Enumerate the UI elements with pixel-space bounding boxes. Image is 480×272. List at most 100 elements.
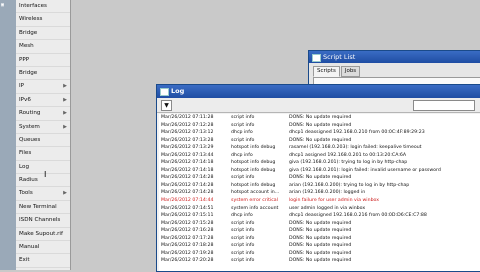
log-time: Mar/26/2012 07:13:28 bbox=[161, 137, 214, 143]
sidebar-item-label: Radius bbox=[19, 177, 38, 184]
log-time: Mar/26/2012 07:18:28 bbox=[161, 243, 214, 249]
list-item[interactable]: Mar/26/2012 07:14:51 system info account u… bbox=[159, 205, 480, 213]
sidebar-item-mesh[interactable]: Mesh bbox=[16, 40, 70, 54]
sidebar-item-system[interactable]: System ▶ bbox=[16, 121, 70, 134]
log-message: DONS: No update required bbox=[289, 235, 352, 241]
log-topic: hotspot info debug bbox=[231, 167, 276, 173]
log-message: login failure for user admin via winbox bbox=[289, 198, 380, 204]
log-topic-select[interactable] bbox=[413, 100, 475, 111]
sidebar-item-log[interactable]: Log bbox=[16, 161, 70, 175]
list-item[interactable]: Mar/26/2012 07:15:11 dhcp info dhcp1 deass… bbox=[159, 212, 480, 220]
log-topic: hotspot info debug bbox=[231, 160, 276, 166]
sidebar-item-bridge-2[interactable]: Bridge bbox=[16, 67, 70, 81]
window-icon bbox=[312, 54, 321, 62]
sidebar-item-label: Files bbox=[19, 150, 32, 157]
log-message: user admin logged in via winbox bbox=[289, 205, 366, 211]
log-time: Mar/26/2012 07:14:18 bbox=[161, 160, 214, 166]
log-topic: hotspot info debug bbox=[231, 145, 276, 151]
list-item[interactable]: Mar/26/2012 07:14:28 script info DONS: No … bbox=[159, 174, 480, 182]
log-time: Mar/26/2012 07:20:28 bbox=[161, 258, 214, 264]
list-item[interactable]: Mar/26/2012 07:18:28 script info DONS: No … bbox=[159, 242, 480, 250]
list-item[interactable]: Mar/26/2012 07:14:18 hotspot info debug gi… bbox=[159, 167, 480, 175]
list-item[interactable]: Mar/26/2012 07:14:28 hotspot info debug ar… bbox=[159, 182, 480, 190]
list-item[interactable]: Mar/26/2012 07:15:28 script info DONS: No … bbox=[159, 220, 480, 228]
sidebar-item-label: Bridge bbox=[19, 69, 38, 76]
sidebar-item-label: IPv6 bbox=[19, 96, 31, 103]
filter-icon[interactable]: ▼ bbox=[161, 100, 172, 111]
log-topic: script info bbox=[231, 235, 255, 241]
list-item[interactable]: Mar/26/2012 07:13:44 dhcp info dhcp1 assig… bbox=[159, 152, 480, 160]
tab-jobs[interactable]: Jobs bbox=[340, 66, 361, 77]
sidebar-item-label: Mesh bbox=[19, 43, 34, 50]
log-message: dhcp1 deassigned 192.168.0.210 from 00:0… bbox=[289, 130, 425, 136]
list-item[interactable]: Mar/26/2012 07:13:28 script info DONS: No … bbox=[159, 137, 480, 145]
log-time: Mar/26/2012 07:13:44 bbox=[161, 152, 214, 158]
log-time: Mar/26/2012 07:14:44 bbox=[161, 198, 214, 204]
log-topic: dhcp info bbox=[231, 152, 253, 158]
log-toolbar: ▼ bbox=[157, 98, 480, 113]
log-topic: dhcp info bbox=[231, 130, 253, 136]
list-item[interactable]: Mar/26/2012 07:13:29 hotspot info debug ra… bbox=[159, 144, 480, 152]
sidebar-item-isdn-channels[interactable]: ISDN Channels bbox=[16, 214, 70, 228]
sidebar-item-label: Bridge bbox=[19, 29, 38, 36]
sidebar-item-label: Interfaces bbox=[19, 3, 47, 9]
sidebar-item-label: New Terminal bbox=[19, 203, 57, 210]
sidebar-item-label: Routing bbox=[19, 110, 41, 117]
log-message: DONS: No update required bbox=[289, 115, 352, 120]
log-message: giva (192.168.0.201): trying to log in b… bbox=[289, 160, 408, 166]
script-list-tabs: Scripts Jobs bbox=[313, 66, 361, 77]
sidebar-menu: Interfaces Wireless Bridge Mesh PPP Brid… bbox=[16, 0, 71, 270]
log-time: Mar/26/2012 07:14:18 bbox=[161, 167, 214, 173]
sidebar-item-ip[interactable]: IP ▶ bbox=[16, 80, 70, 94]
log-message: dhcp1 deassigned 192.168.0.216 from 00:0… bbox=[289, 213, 427, 219]
list-item[interactable]: Mar/26/2012 07:12:28 script info DONS: No … bbox=[159, 122, 480, 130]
chevron-right-icon: ▶ bbox=[63, 83, 67, 90]
sidebar-item-manual[interactable]: Manual bbox=[16, 241, 70, 255]
log-message: dhcp1 assigned 192.168.0.201 to 00:13:20… bbox=[289, 152, 407, 158]
sidebar-item-new-terminal[interactable]: New Terminal bbox=[16, 201, 70, 215]
sidebar-item-wireless[interactable]: Wireless bbox=[16, 13, 70, 27]
log-message: DONS: No update required bbox=[289, 220, 352, 226]
log-topic: script info bbox=[231, 243, 255, 249]
list-item[interactable]: Mar/26/2012 07:13:12 dhcp info dhcp1 deass… bbox=[159, 129, 480, 137]
list-item-error[interactable]: Mar/26/2012 07:14:44 system error critica… bbox=[159, 197, 480, 205]
log-window: Log ▼ Mar/26/2012 07:11:28 script info DON… bbox=[156, 84, 480, 272]
list-item[interactable]: Mar/26/2012 07:16:28 script info DONS: No … bbox=[159, 227, 480, 235]
sidebar-item-label: Exit bbox=[19, 257, 30, 264]
sidebar-item-interfaces[interactable]: Interfaces bbox=[16, 0, 70, 14]
log-topic: script info bbox=[231, 122, 255, 128]
log-list[interactable]: Mar/26/2012 07:11:28 script info DONS: No … bbox=[159, 114, 480, 271]
log-topic: script info bbox=[231, 115, 255, 120]
list-item[interactable]: Mar/26/2012 07:14:18 hotspot info debug gi… bbox=[159, 159, 480, 167]
chevron-right-icon: ▶ bbox=[63, 123, 67, 130]
sidebar-item-label: Tools bbox=[19, 190, 33, 197]
sidebar-item-files[interactable]: Files bbox=[16, 147, 70, 161]
sidebar-item-exit[interactable]: Exit bbox=[16, 254, 70, 268]
sidebar-item-tools[interactable]: Tools ▶ bbox=[16, 187, 70, 201]
tab-scripts[interactable]: Scripts bbox=[313, 66, 340, 77]
script-list-titlebar[interactable]: Script List bbox=[309, 51, 480, 63]
log-message: DONS: No update required bbox=[289, 243, 352, 249]
log-message: rasamel (192.168.0.203): login failed: k… bbox=[289, 145, 422, 151]
sidebar-item-ppp[interactable]: PPP bbox=[16, 54, 70, 67]
sidebar-item-bridge[interactable]: Bridge bbox=[16, 27, 70, 41]
sidebar-item-ipv6[interactable]: IPv6 ▶ bbox=[16, 94, 70, 108]
sidebar-item-routing[interactable]: Routing ▶ bbox=[16, 107, 70, 121]
chevron-right-icon: ▶ bbox=[63, 96, 67, 103]
sidebar-item-radius[interactable]: Radius bbox=[16, 174, 70, 188]
sidebar-item-label: Manual bbox=[19, 244, 40, 251]
sidebar-item-queues[interactable]: Queues bbox=[16, 134, 70, 148]
list-item[interactable]: Mar/26/2012 07:17:28 script info DONS: No … bbox=[159, 235, 480, 243]
list-item[interactable]: Mar/26/2012 07:19:28 script info DONS: No … bbox=[159, 250, 480, 258]
sidebar-item-make-supout[interactable]: Make Supout.rif bbox=[16, 228, 70, 242]
sidebar-item-label: IP bbox=[19, 83, 25, 90]
log-titlebar[interactable]: Log bbox=[157, 85, 480, 98]
log-message: DONS: No update required bbox=[289, 137, 352, 143]
list-item[interactable]: Mar/26/2012 07:20:28 script info DONS: No … bbox=[159, 257, 480, 265]
list-item[interactable]: Mar/26/2012 07:14:28 hotspot account in..… bbox=[159, 189, 480, 197]
log-time: Mar/26/2012 07:15:11 bbox=[161, 213, 214, 219]
log-topic: script info bbox=[231, 175, 255, 181]
sidebar-item-label: ISDN Channels bbox=[19, 217, 61, 224]
log-time: Mar/26/2012 07:19:28 bbox=[161, 250, 214, 256]
list-item[interactable]: Mar/26/2012 07:11:28 script info DONS: No … bbox=[159, 114, 480, 122]
